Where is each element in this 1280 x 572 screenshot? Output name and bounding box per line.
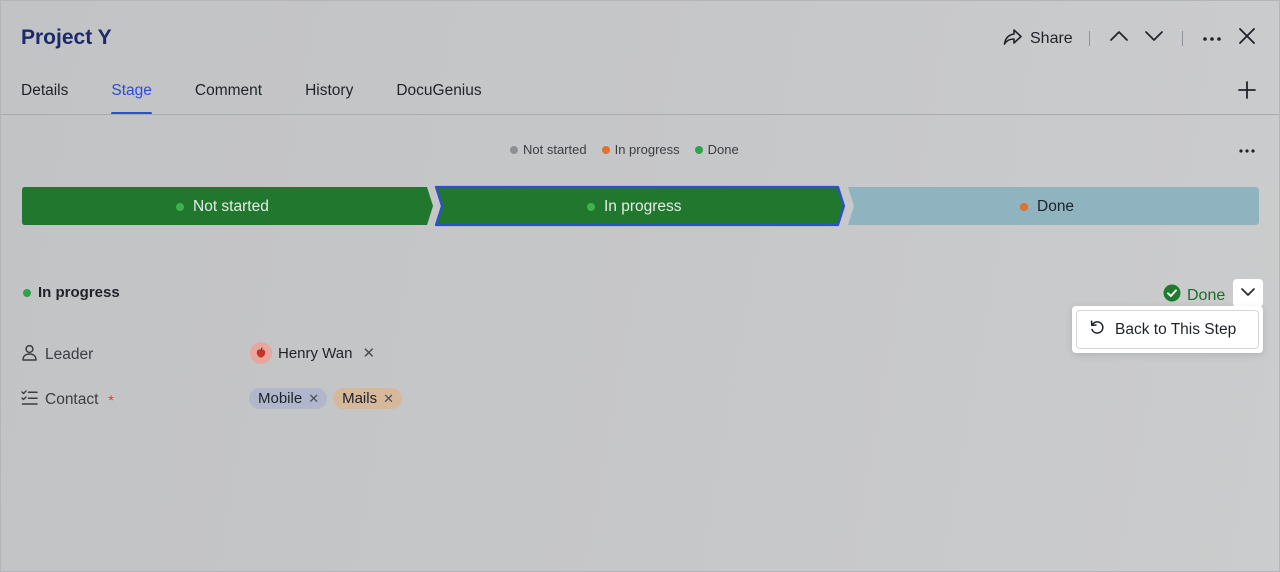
remove-person-button[interactable]: ✕ bbox=[362, 344, 375, 362]
status-dot bbox=[1020, 203, 1028, 211]
stage-name: Not started bbox=[193, 198, 269, 215]
legend-label: Done bbox=[707, 142, 739, 157]
contact-field-label: Contact * bbox=[21, 389, 114, 411]
checklist-icon bbox=[21, 389, 38, 411]
person-name: Henry Wan bbox=[278, 344, 353, 362]
divider bbox=[1182, 31, 1183, 46]
chevron-down-icon bbox=[1144, 29, 1164, 47]
stage-name: Done bbox=[1037, 198, 1075, 215]
mark-done-button[interactable]: Done bbox=[1163, 284, 1225, 307]
stage-more-button[interactable] bbox=[1235, 138, 1259, 162]
tab-docugenius[interactable]: DocuGenius bbox=[396, 81, 481, 115]
more-options-button[interactable] bbox=[1200, 26, 1224, 50]
plus-icon bbox=[1238, 80, 1256, 104]
tab-bar: Details Stage Comment History DocuGenius bbox=[21, 81, 525, 115]
record-panel: Project Y Share Details Stage Comment Hi… bbox=[0, 0, 1280, 572]
legend-item-done: Done bbox=[694, 142, 739, 157]
required-marker: * bbox=[108, 392, 114, 408]
share-button[interactable]: Share bbox=[1003, 27, 1073, 51]
check-circle-icon bbox=[1163, 284, 1181, 307]
close-icon bbox=[1238, 27, 1256, 50]
status-dropdown-toggle[interactable] bbox=[1233, 279, 1263, 307]
status-dot bbox=[601, 145, 610, 154]
more-icon bbox=[1238, 141, 1256, 159]
status-label: Done bbox=[1187, 286, 1226, 304]
undo-icon bbox=[1089, 319, 1105, 340]
tab-history[interactable]: History bbox=[305, 81, 353, 115]
legend-item-in-progress: In progress bbox=[601, 142, 680, 157]
tag-mails: Mails ✕ bbox=[333, 388, 403, 409]
add-tab-button[interactable] bbox=[1235, 80, 1259, 104]
legend-label: In progress bbox=[614, 142, 680, 157]
field-label-text: Contact bbox=[45, 391, 99, 408]
current-stage-heading: In progress bbox=[23, 284, 120, 301]
next-record-button[interactable] bbox=[1142, 26, 1166, 50]
status-dot bbox=[510, 145, 518, 154]
leader-field-label: Leader bbox=[21, 344, 93, 366]
status-dot bbox=[176, 203, 184, 211]
back-to-step-menu-item[interactable]: Back to This Step bbox=[1076, 310, 1259, 349]
divider bbox=[1089, 31, 1090, 46]
current-stage-label: In progress bbox=[38, 284, 120, 301]
person-icon bbox=[21, 344, 38, 366]
more-icon bbox=[1202, 29, 1222, 47]
previous-record-button[interactable] bbox=[1107, 26, 1131, 50]
remove-tag-button[interactable]: ✕ bbox=[383, 391, 394, 407]
share-icon bbox=[1003, 28, 1023, 51]
remove-tag-button[interactable]: ✕ bbox=[308, 391, 319, 407]
tag-mobile: Mobile ✕ bbox=[249, 388, 328, 409]
stage-name: In progress bbox=[604, 198, 682, 215]
stage-label-done[interactable]: Done bbox=[1020, 197, 1074, 217]
status-dot bbox=[23, 288, 31, 297]
tab-details[interactable]: Details bbox=[21, 81, 68, 115]
tab-comment[interactable]: Comment bbox=[195, 81, 262, 115]
page-title: Project Y bbox=[21, 26, 112, 49]
tab-stage[interactable]: Stage bbox=[111, 81, 152, 115]
stage-label-in-progress[interactable]: In progress bbox=[587, 197, 682, 217]
chevron-up-icon bbox=[1109, 29, 1129, 47]
stage-progress-bar: Not started In progress Done bbox=[1, 181, 1280, 233]
tag-label: Mobile bbox=[258, 390, 303, 407]
field-label-text: Leader bbox=[45, 346, 94, 363]
legend-label: Not started bbox=[523, 142, 587, 157]
menu-item-label: Back to This Step bbox=[1115, 320, 1237, 338]
contact-tags: Mobile ✕ Mails ✕ bbox=[249, 388, 403, 409]
close-button[interactable] bbox=[1235, 26, 1259, 50]
stage-legend: Not started In progress Done bbox=[510, 142, 739, 157]
stage-label-not-started[interactable]: Not started bbox=[176, 197, 269, 217]
tag-label: Mails bbox=[342, 390, 378, 407]
status-dot bbox=[694, 145, 703, 154]
legend-item-not-started: Not started bbox=[510, 142, 587, 157]
status-dropdown-menu: Back to This Step bbox=[1072, 306, 1263, 353]
tab-divider bbox=[1, 114, 1279, 115]
share-label: Share bbox=[1030, 30, 1073, 47]
chevron-down-icon bbox=[1240, 284, 1256, 302]
avatar bbox=[250, 342, 272, 364]
status-dot bbox=[587, 203, 595, 211]
leader-person-chip: Henry Wan ✕ bbox=[250, 342, 375, 364]
